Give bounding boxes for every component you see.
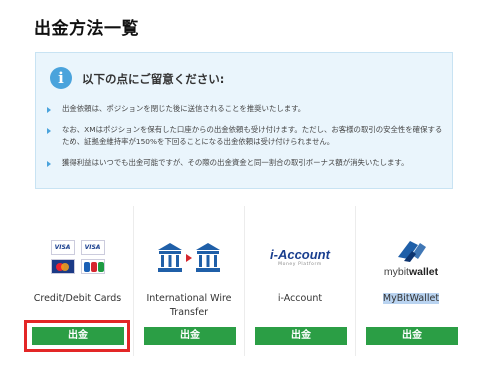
bank-buildings-icon (158, 243, 220, 272)
mybitwallet-logo-prefix: mybit (383, 265, 409, 278)
notice-item-text: 出金依頼は、ポジションを閉じた後に送信されることを推奨いたします。 (62, 104, 306, 113)
credit-cards-icon: VISA VISA (22, 232, 133, 282)
i-account-logo-subtext: Money Platform (278, 261, 322, 267)
mybitwallet-logo: mybitwallet (356, 232, 466, 282)
withdraw-button-credit-debit-cards[interactable]: 出金 (32, 327, 124, 345)
notice-item-text: なお、XMはポジションを保有した口座からの出金依頼も受け付けます。ただし、お客様… (62, 124, 443, 147)
method-international-wire-transfer: International Wire Transfer 出金 (133, 206, 244, 356)
notice-box: i 以下の点にご留意ください: 出金依頼は、ポジションを閉じた後に送信されること… (35, 52, 453, 189)
bullet-arrow-icon (47, 160, 51, 167)
mybitwallet-emblem-icon (398, 240, 426, 262)
notice-item: 出金依頼は、ポジションを閉じた後に送信されることを推奨いたします。 (46, 103, 446, 116)
mastercard-icon (50, 259, 75, 274)
notice-list: 出金依頼は、ポジションを閉じた後に送信されることを推奨いたします。 なお、XMは… (46, 103, 446, 177)
page-title: 出金方法一覧 (34, 19, 139, 39)
i-account-logo-text: i-Account (270, 246, 330, 262)
method-name: MyBitWallet (360, 292, 462, 306)
mybitwallet-logo-text: mybitwallet (384, 266, 438, 278)
method-name: International Wire Transfer (146, 293, 232, 318)
method-name: i-Account (277, 293, 323, 304)
i-account-logo: i-Account Money Platform (245, 232, 355, 282)
method-mybitwallet: mybitwallet MyBitWallet 出金 (355, 206, 466, 356)
notice-title: 以下の点にご留意ください: (82, 72, 225, 86)
withdraw-button-mybitwallet[interactable]: 出金 (366, 327, 458, 345)
method-credit-debit-cards: VISA VISA Credit/Debit Cards 出金 (22, 206, 133, 356)
method-i-account: i-Account Money Platform i-Account 出金 (244, 206, 355, 356)
notice-item-text: 獲得利益はいつでも出金可能ですが、その際の出金資金と同一割合の取引ボーナス額が消… (62, 157, 409, 167)
withdrawal-methods: VISA VISA Credit/Debit Cards 出金 Internat… (22, 206, 466, 356)
mybitwallet-logo-suffix: wallet (408, 265, 439, 278)
info-icon: i (50, 67, 72, 89)
bullet-arrow-icon (47, 107, 51, 113)
visa-card-icon: VISA (80, 240, 105, 255)
jcb-card-icon (80, 259, 105, 274)
withdraw-button-i-account[interactable]: 出金 (255, 327, 347, 345)
bank-transfer-icon (134, 232, 244, 282)
visa-card-icon: VISA (50, 240, 75, 255)
notice-item: 獲得利益はいつでも出金可能ですが、その際の出金資金と同一割合の取引ボーナス額が消… (46, 157, 446, 170)
method-name-highlighted: MyBitWallet (382, 293, 440, 304)
method-name: Credit/Debit Cards (33, 293, 122, 304)
notice-item: なお、XMはポジションを保有した口座からの出金依頼も受け付けます。ただし、お客様… (46, 124, 446, 149)
withdraw-button-international-wire-transfer[interactable]: 出金 (144, 327, 236, 345)
bullet-arrow-icon (47, 127, 51, 134)
